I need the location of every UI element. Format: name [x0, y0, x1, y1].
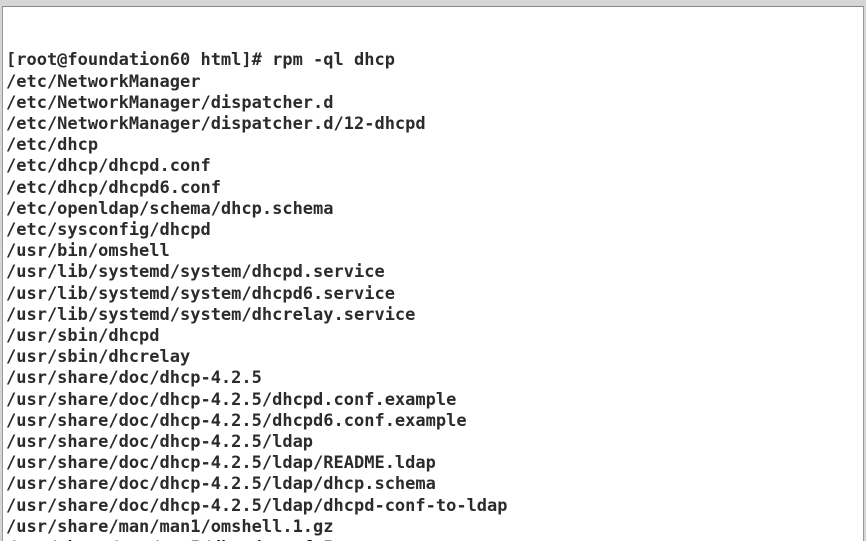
output-line: /usr/lib/systemd/system/dhcrelay.service: [6, 305, 860, 326]
output-line: /usr/share/doc/dhcp-4.2.5/ldap/dhcpd-con…: [6, 496, 860, 517]
entered-command: rpm -ql dhcp: [272, 50, 395, 70]
output-line: /etc/sysconfig/dhcpd: [6, 220, 860, 241]
output-line: /etc/dhcp/dhcpd.conf: [6, 156, 860, 177]
output-line: /etc/NetworkManager/dispatcher.d/12-dhcp…: [6, 114, 860, 135]
terminal-output[interactable]: [root@foundation60 html]# rpm -ql dhcp/e…: [2, 6, 864, 541]
window-frame: [root@foundation60 html]# rpm -ql dhcp/e…: [0, 0, 866, 541]
output-line: /etc/NetworkManager: [6, 72, 860, 93]
output-line: /usr/share/man/man1/omshell.1.gz: [6, 517, 860, 538]
output-line: /usr/share/doc/dhcp-4.2.5/dhcpd6.conf.ex…: [6, 411, 860, 432]
output-line: /usr/share/doc/dhcp-4.2.5/ldap/dhcp.sche…: [6, 474, 860, 495]
output-line: /usr/share/doc/dhcp-4.2.5/dhcpd.conf.exa…: [6, 390, 860, 411]
output-line: /usr/share/doc/dhcp-4.2.5: [6, 368, 860, 389]
output-line: /usr/bin/omshell: [6, 241, 860, 262]
output-lines: /etc/NetworkManager/etc/NetworkManager/d…: [6, 72, 860, 541]
output-line: /usr/sbin/dhcrelay: [6, 347, 860, 368]
output-line: /usr/share/doc/dhcp-4.2.5/ldap: [6, 432, 860, 453]
output-line: /usr/lib/systemd/system/dhcpd6.service: [6, 284, 860, 305]
output-line: /usr/lib/systemd/system/dhcpd.service: [6, 262, 860, 283]
output-line: /usr/share/doc/dhcp-4.2.5/ldap/README.ld…: [6, 453, 860, 474]
output-line: /etc/dhcp: [6, 135, 860, 156]
output-line: /etc/NetworkManager/dispatcher.d: [6, 93, 860, 114]
output-line: /usr/sbin/dhcpd: [6, 326, 860, 347]
output-line: /etc/dhcp/dhcpd6.conf: [6, 178, 860, 199]
command-line: [root@foundation60 html]# rpm -ql dhcp: [6, 50, 860, 71]
output-line: /etc/openldap/schema/dhcp.schema: [6, 199, 860, 220]
shell-prompt: [root@foundation60 html]#: [6, 50, 272, 70]
